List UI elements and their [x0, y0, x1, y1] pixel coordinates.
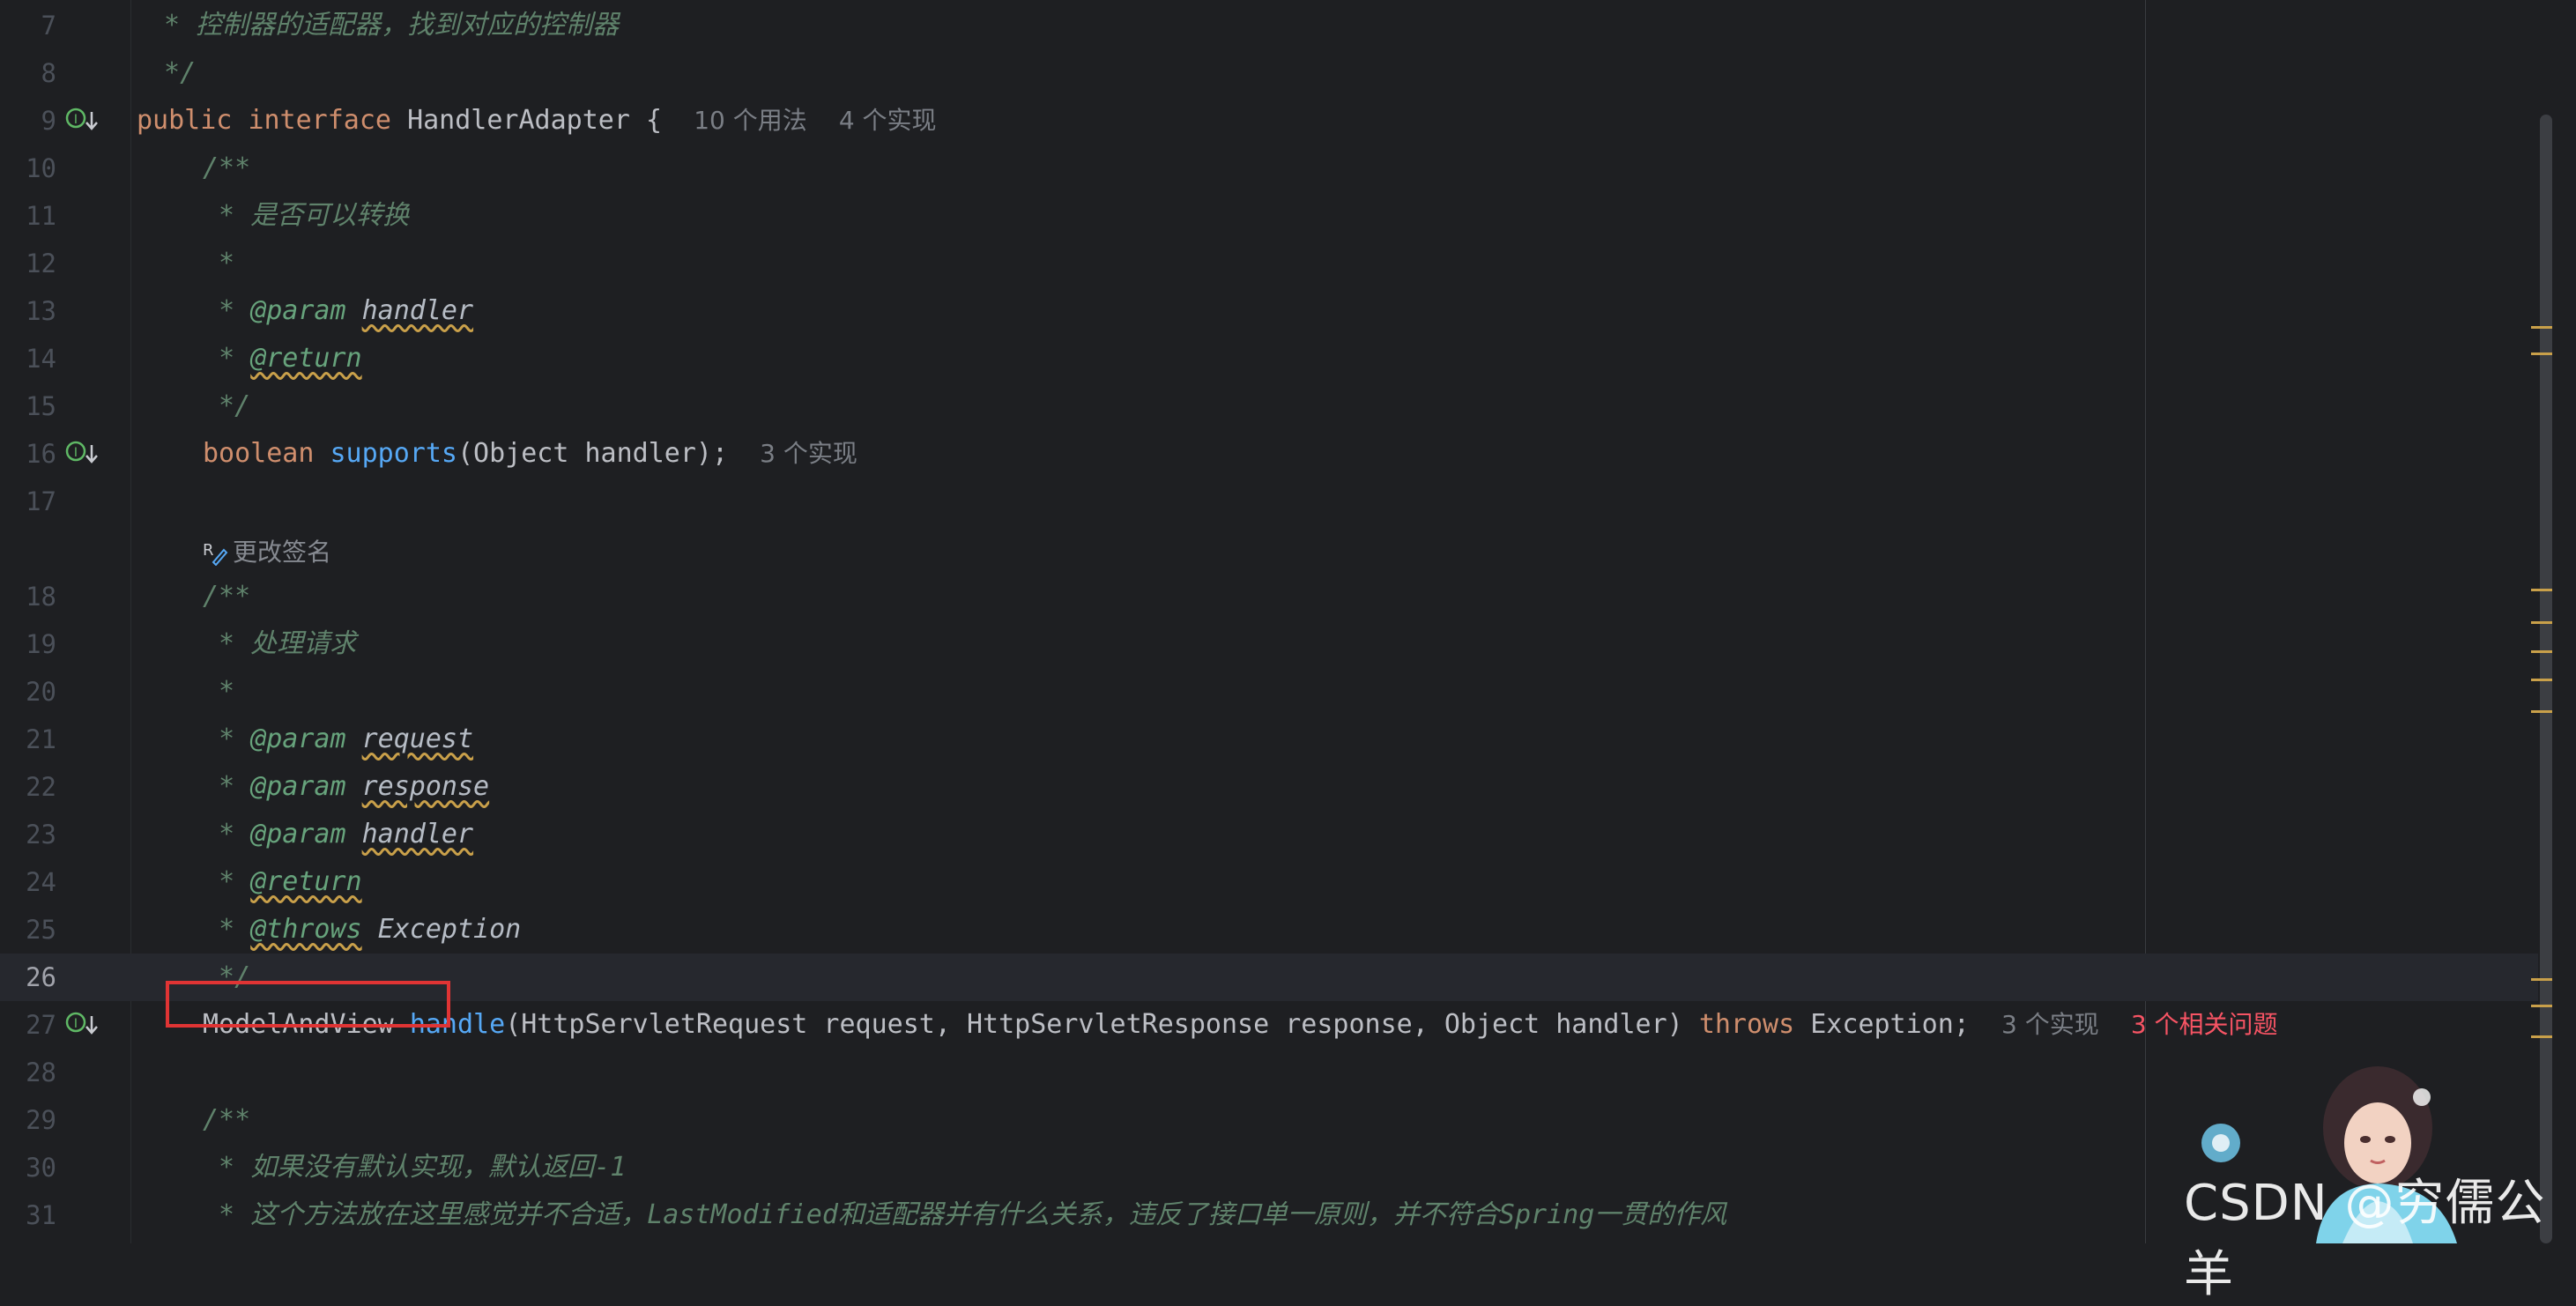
- line-number: 8: [41, 58, 56, 88]
- code-line: 23 * @param handler: [0, 811, 2538, 858]
- comment-text: * @param handler: [219, 819, 474, 850]
- implementations-hint[interactable]: 3 个实现: [2001, 1010, 2099, 1039]
- line-number: 24: [26, 867, 56, 897]
- warning-stripe-marker[interactable]: [2531, 621, 2552, 624]
- implementations-gutter-icon[interactable]: I: [65, 107, 104, 135]
- warning-stripe-marker[interactable]: [2531, 710, 2552, 713]
- warning-stripe-marker[interactable]: [2531, 352, 2552, 355]
- line-number: 9: [41, 106, 56, 136]
- comment-text: * 是否可以转换: [203, 200, 410, 231]
- comment-text: * 如果没有默认实现，默认返回-1: [203, 1152, 627, 1183]
- line-number: 14: [26, 344, 56, 374]
- code-line: 8 */: [0, 49, 2538, 97]
- annotation-highlight-box: [166, 981, 450, 1028]
- watermark: CSDN @穷儒公羊: [2184, 1175, 2546, 1303]
- comment-text: /**: [203, 581, 251, 612]
- comment-text: * @return: [219, 866, 362, 897]
- line-number: 17: [26, 486, 56, 516]
- line-number: 7: [41, 11, 56, 41]
- code-line: 31 * 这个方法放在这里感觉并不合适，LastModified和适配器并有什么…: [0, 1191, 2538, 1239]
- line-number: 18: [26, 582, 56, 612]
- code-line: 9 I public interface HandlerAdapter { 10…: [0, 97, 2538, 145]
- code-line: 18 /**: [0, 573, 2538, 620]
- line-number: 22: [26, 772, 56, 802]
- line-number: 30: [26, 1153, 56, 1183]
- comment-text: * @param response: [219, 771, 490, 802]
- change-signature-hint[interactable]: R 更改签名: [201, 529, 331, 576]
- line-number: 21: [26, 724, 56, 754]
- code-line: 24 * @return: [0, 858, 2538, 906]
- line-number: 11: [26, 201, 56, 231]
- comment-text: /**: [203, 1104, 251, 1135]
- code-line: 17: [0, 478, 2538, 525]
- code-line: 14 * @return: [0, 335, 2538, 382]
- comment-text: * @return: [219, 343, 362, 374]
- svg-text:I: I: [74, 113, 78, 127]
- code-line: 22 * @param response: [0, 763, 2538, 811]
- line-number: 28: [26, 1057, 56, 1087]
- comment-text: * 处理请求: [203, 628, 357, 659]
- code-editor[interactable]: 7 * 控制器的适配器，找到对应的控制器 8 */ 9 I public int…: [0, 0, 2576, 1303]
- code-line: 29 /**: [0, 1096, 2538, 1144]
- line-number: 15: [26, 391, 56, 421]
- svg-text:I: I: [74, 446, 78, 460]
- code-line: 30 * 如果没有默认实现，默认返回-1: [0, 1144, 2538, 1191]
- comment-text: /**: [203, 152, 251, 183]
- implementations-hint[interactable]: 4 个实现: [839, 106, 937, 135]
- line-number: 29: [26, 1105, 56, 1135]
- line-number: 25: [26, 915, 56, 945]
- line-number: 20: [26, 677, 56, 707]
- warning-stripe-marker[interactable]: [2531, 1005, 2552, 1007]
- comment-text: * @param request: [219, 723, 474, 754]
- line-number: 12: [26, 249, 56, 278]
- warning-stripe-marker[interactable]: [2531, 978, 2552, 981]
- code-line: 21 * @param request: [0, 716, 2538, 763]
- warning-stripe-marker[interactable]: [2531, 650, 2552, 653]
- refactor-icon: R: [203, 541, 228, 566]
- warning-stripe-marker[interactable]: [2531, 589, 2552, 591]
- line-number: 27: [26, 1010, 56, 1040]
- implementations-hint[interactable]: 3 个实现: [760, 439, 857, 468]
- line-number: 26: [26, 962, 56, 992]
- code-text: ModelAndView handle(HttpServletRequest r…: [203, 1009, 2278, 1040]
- warning-stripe-marker[interactable]: [2531, 679, 2552, 681]
- code-line: 28: [0, 1049, 2538, 1096]
- line-number: 10: [26, 153, 56, 183]
- comment-text: * 这个方法放在这里感觉并不合适，LastModified和适配器并有什么关系，…: [203, 1199, 1727, 1230]
- comment-text: * 控制器的适配器，找到对应的控制器: [148, 10, 620, 41]
- comment-text: *: [203, 676, 235, 707]
- comment-text: *: [203, 248, 235, 278]
- code-line: 19 * 处理请求: [0, 620, 2538, 668]
- svg-text:R: R: [203, 541, 214, 560]
- code-line: 12 *: [0, 240, 2538, 287]
- implementations-gutter-icon[interactable]: I: [65, 1011, 104, 1039]
- line-number: 23: [26, 820, 56, 850]
- code-line: 16 I boolean supports(Object handler); 3…: [0, 430, 2538, 478]
- comment-text: */: [203, 390, 251, 421]
- code-text: public interface HandlerAdapter { 10 个用法…: [137, 105, 937, 136]
- code-line: 13 * @param handler: [0, 287, 2538, 335]
- usages-hint[interactable]: 10 个用法: [694, 106, 807, 135]
- related-problems-hint[interactable]: 3 个相关问题: [2131, 1010, 2278, 1039]
- comment-text: * @param handler: [219, 295, 474, 326]
- code-line: 7 * 控制器的适配器，找到对应的控制器: [0, 2, 2538, 49]
- code-line: 15 */: [0, 382, 2538, 430]
- implementations-gutter-icon[interactable]: I: [65, 440, 104, 468]
- warning-stripe-marker[interactable]: [2531, 326, 2552, 329]
- code-line: 20 *: [0, 668, 2538, 716]
- line-number: 13: [26, 296, 56, 326]
- comment-text: */: [148, 57, 197, 88]
- code-line: 10 /**: [0, 145, 2538, 192]
- comment-text: * @throws Exception: [219, 914, 522, 945]
- line-number: 16: [26, 439, 56, 469]
- code-line: 11 * 是否可以转换: [0, 192, 2538, 240]
- code-text: boolean supports(Object handler); 3 个实现: [203, 438, 857, 469]
- line-number: 19: [26, 629, 56, 659]
- svg-text:I: I: [74, 1017, 78, 1031]
- warning-stripe-marker[interactable]: [2531, 1035, 2552, 1038]
- code-line: 25 * @throws Exception: [0, 906, 2538, 954]
- line-number: 31: [26, 1200, 56, 1230]
